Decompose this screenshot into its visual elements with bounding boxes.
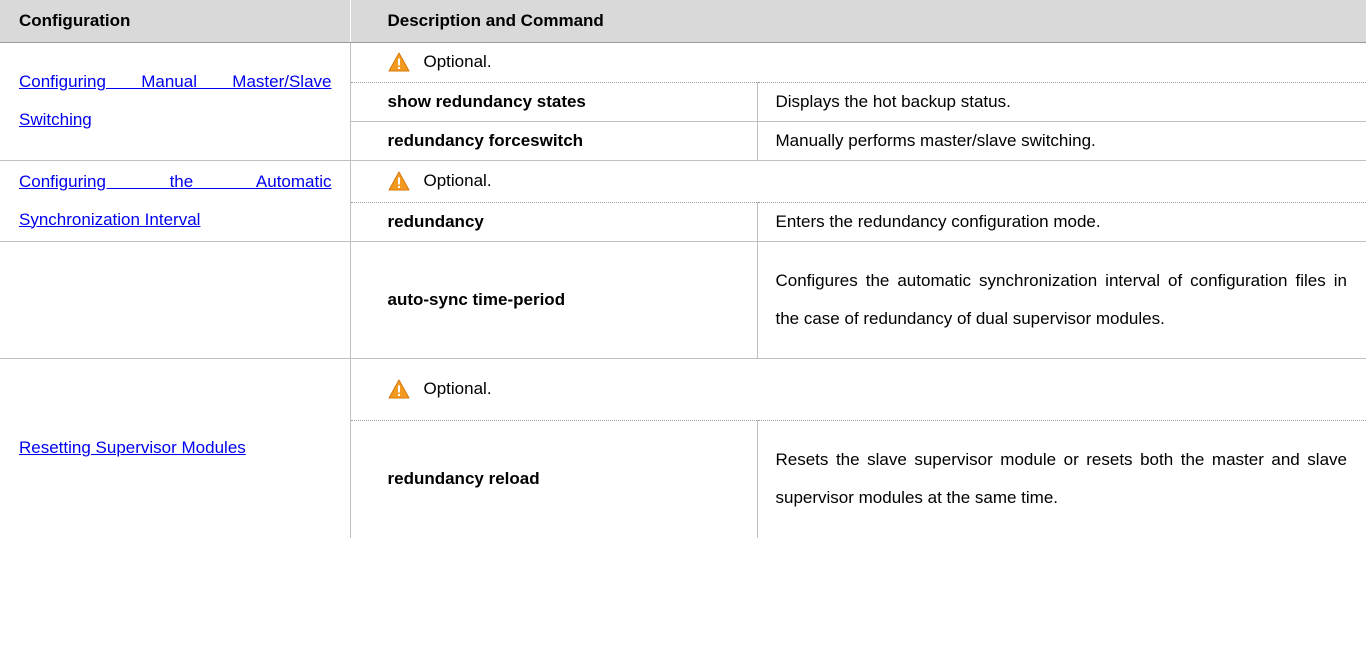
command-redundancy: redundancy — [350, 202, 758, 242]
table-header-row: Configuration Description and Command — [0, 0, 1366, 43]
header-description-and-command: Description and Command — [349, 0, 1366, 43]
note-text: Optional. — [423, 52, 492, 71]
note: Optional. — [388, 52, 1366, 72]
header-configuration: Configuration — [0, 0, 350, 43]
table-row: Configuring Manual Master/Slave Switchin… — [0, 42, 1366, 161]
table-row: Resetting Supervisor Modules Optional. — [0, 358, 1366, 538]
config-link-cell: Resetting Supervisor Modules — [0, 358, 351, 538]
command-auto-sync-time-period: auto-sync time-period — [350, 241, 758, 359]
note-cell: Optional. — [350, 358, 1366, 421]
config-link-cell: Configuring Manual Master/Slave Switchin… — [0, 42, 351, 161]
note: Optional. — [388, 379, 1366, 399]
config-link-manual-switching[interactable]: Configuring Manual Master/Slave Switchin… — [19, 72, 332, 129]
table-row: auto-sync time-period Configures the aut… — [0, 241, 1366, 359]
document-page: Configuration Description and Command Co… — [0, 0, 1366, 646]
warning-icon — [388, 171, 409, 191]
description: Resets the slave supervisor module or re… — [775, 450, 1348, 508]
config-link-cell: Configuring the Automatic Synchronizatio… — [0, 160, 351, 242]
config-empty-cell — [0, 241, 351, 359]
description: Enters the redundancy configuration mode… — [757, 202, 1366, 242]
warning-icon — [388, 379, 409, 399]
command-redundancy-reload: redundancy reload — [350, 420, 758, 538]
command-redundancy-forceswitch: redundancy forceswitch — [350, 121, 758, 161]
note: Optional. — [388, 171, 1366, 191]
config-link-auto-sync-interval[interactable]: Configuring the Automatic Synchronizatio… — [19, 172, 332, 229]
note-cell: Optional. — [350, 160, 1366, 203]
configuration-table: Configuration Description and Command Co… — [0, 0, 1366, 538]
description: Configures the automatic synchronization… — [757, 241, 1366, 359]
note-text: Optional. — [423, 379, 492, 398]
note-text: Optional. — [423, 171, 492, 190]
table-row: Configuring the Automatic Synchronizatio… — [0, 160, 1366, 242]
description: Displays the hot backup status. — [757, 82, 1366, 122]
command-show-redundancy-states: show redundancy states — [350, 82, 758, 122]
warning-icon — [388, 52, 409, 72]
description: Manually performs master/slave switching… — [757, 121, 1366, 161]
note-cell: Optional. — [350, 42, 1366, 83]
config-link-resetting-supervisor-modules[interactable]: Resetting Supervisor Modules — [19, 438, 246, 457]
